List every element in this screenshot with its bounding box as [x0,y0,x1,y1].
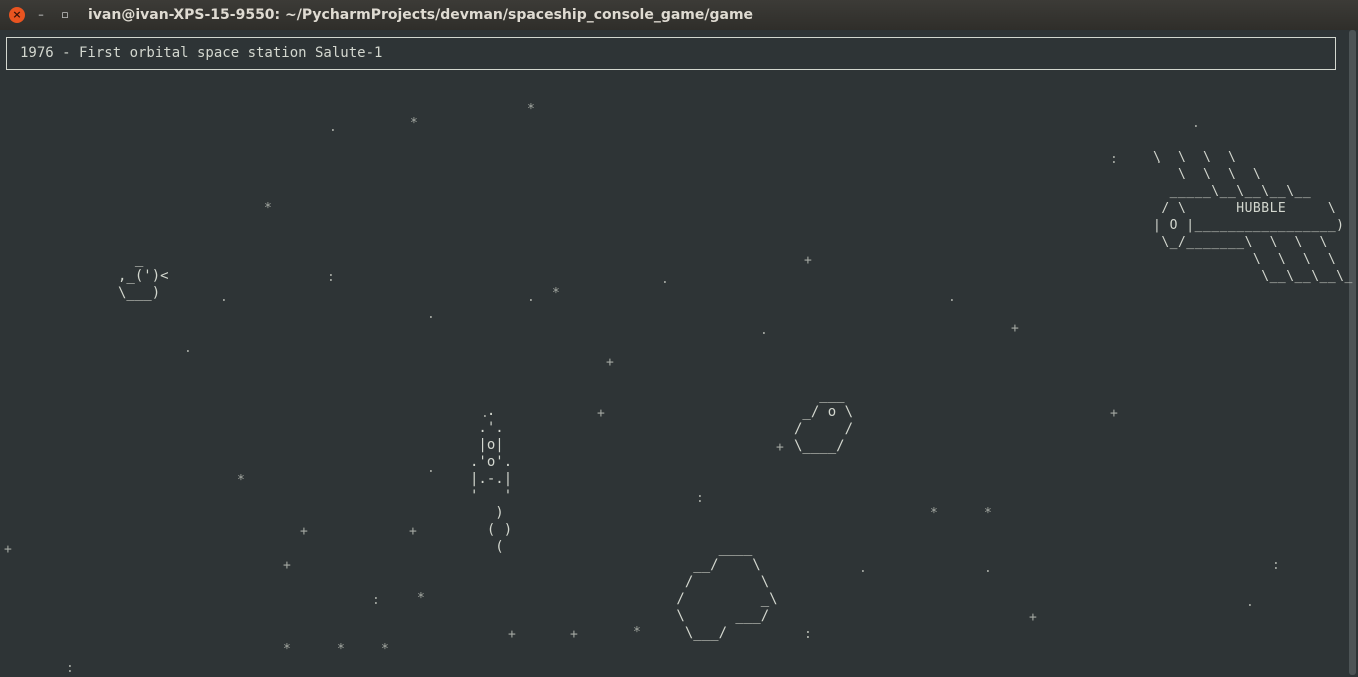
star: . [184,341,192,356]
star: + [570,627,578,642]
star: * [552,286,560,301]
star: + [4,542,12,557]
star: + [597,406,605,421]
star: * [633,625,641,640]
star: + [804,253,812,268]
star: * [337,642,345,657]
star: * [417,591,425,606]
star: * [410,116,418,131]
star: . [481,406,489,421]
star: * [264,201,272,216]
star: + [776,440,784,455]
hubble-telescope-sprite: \ \ \ \ \ \ \ \ _____\__\__\__\__ / \ HU… [1153,150,1353,284]
star: . [427,307,435,322]
star: . [1192,116,1200,131]
star: + [508,627,516,642]
star: . [427,461,435,476]
asteroid-small-sprite: ___ _/ o \ / / \____/ [794,387,854,454]
star: + [1029,610,1037,625]
spaceship-sprite: . .'. |o| .'o'. |.-.| ' ' [470,403,513,504]
star: + [300,524,308,539]
star: : [1272,558,1280,573]
asteroid-large-sprite: ____ __/ \ / \ / _\ \ ___/ \___/ [676,540,778,641]
star: : [1110,152,1118,167]
star: + [606,355,614,370]
star: . [984,561,992,576]
star: : [696,491,704,506]
star: . [1155,152,1163,167]
star: + [283,558,291,573]
star: : [804,627,812,642]
star: * [381,642,389,657]
star: * [930,506,938,521]
star: . [220,290,228,305]
salute-station-sprite: _ ,_(')< \___) [118,251,169,301]
spaceship-exhaust-sprite: ) ( ) ( [486,505,513,555]
star: . [527,290,535,305]
star: . [661,272,669,287]
game-canvas: \ \ \ \ \ \ \ \ _____\__\__\__\__ / \ HU… [0,0,1358,677]
star: : [372,593,380,608]
star: . [760,323,768,338]
star: + [409,524,417,539]
star: + [1110,406,1118,421]
star: : [66,661,74,676]
star: . [329,120,337,135]
star: * [527,102,535,117]
star: : [327,270,335,285]
star: . [1246,595,1254,610]
star: * [984,506,992,521]
star: . [948,290,956,305]
star: * [283,642,291,657]
star: . [859,561,867,576]
star: * [237,473,245,488]
star: + [1011,321,1019,336]
